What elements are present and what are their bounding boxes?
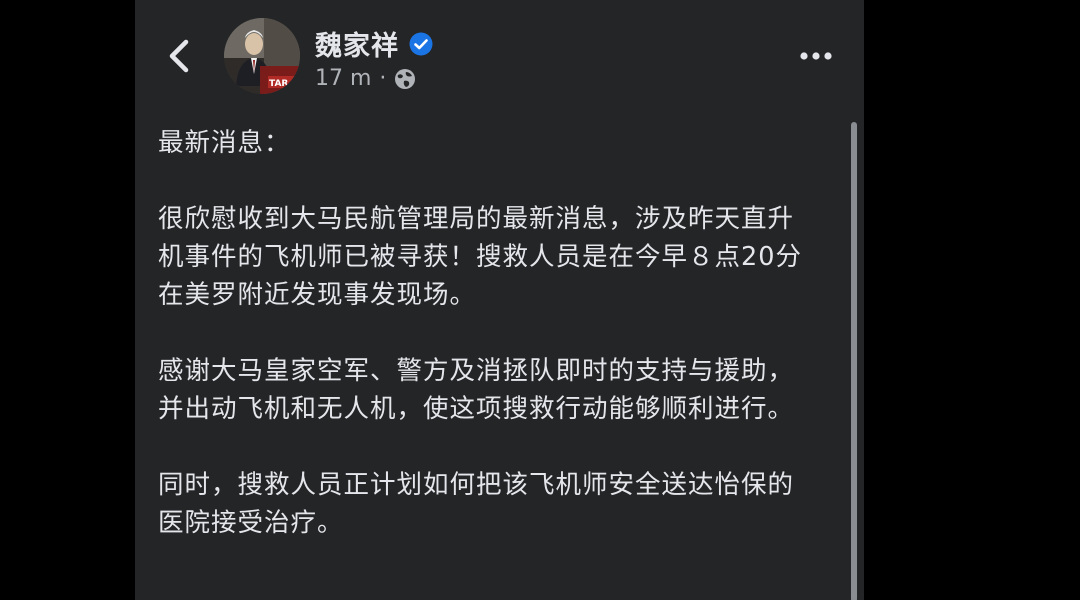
meta-separator: · (379, 66, 387, 91)
globe-icon (395, 68, 416, 89)
author-header: 魏家祥 (315, 24, 433, 63)
author-name[interactable]: 魏家祥 (315, 24, 399, 63)
post-screen: TAR 魏家祥 17 m · 最新消息： 很欣慰收到大马民航管理局的最新消息，涉… (135, 0, 864, 600)
chevron-left-icon (169, 39, 189, 73)
post-paragraph: 同时，搜救人员正计划如何把该飞机师安全送达怡保的医院接受治疗。 (158, 470, 795, 538)
scrollbar[interactable] (851, 122, 857, 600)
back-button[interactable] (159, 34, 199, 78)
more-dots-icon (800, 52, 832, 60)
post-meta: 17 m · (315, 66, 416, 91)
avatar-sign-text: TAR (269, 79, 288, 89)
post-timestamp[interactable]: 17 m (315, 66, 371, 91)
more-options-button[interactable] (794, 44, 838, 68)
post-paragraph: 最新消息： (158, 128, 291, 158)
avatar[interactable]: TAR (224, 18, 300, 94)
post-paragraph: 感谢大马皇家空军、警方及消拯队即时的支持与援助，并出动飞机和无人机，使这项搜救行… (158, 356, 795, 424)
post-paragraph: 很欣慰收到大马民航管理局的最新消息，涉及昨天直升机事件的飞机师已被寻获！搜救人员… (158, 204, 802, 310)
verified-badge-icon (409, 32, 433, 55)
post-text: 最新消息： 很欣慰收到大马民航管理局的最新消息，涉及昨天直升机事件的飞机师已被寻… (158, 124, 818, 580)
